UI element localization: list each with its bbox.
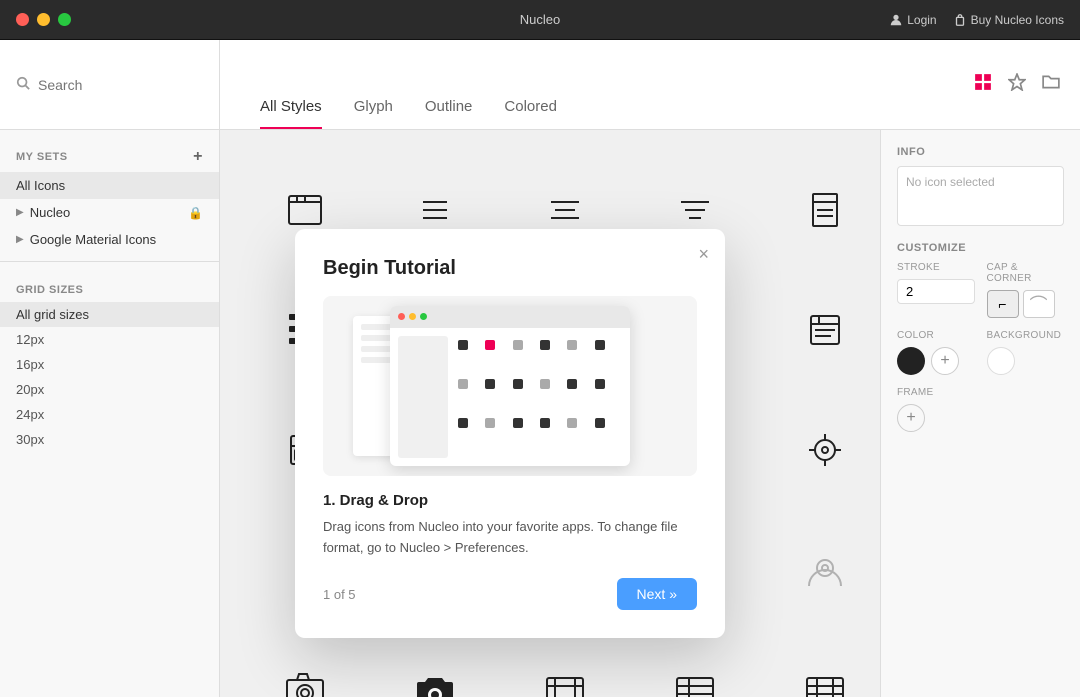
content: MY SETS + All Icons ▶ Nucleo 🔒 ▶ Google … [0, 130, 1080, 697]
login-action[interactable]: Login [889, 13, 936, 27]
color-label: COLOR [897, 330, 975, 341]
folder-icon[interactable] [1042, 73, 1060, 96]
sidebar-divider [0, 261, 219, 262]
grid-section: GRID SIZES All grid sizes 12px 16px 20px… [0, 270, 219, 460]
customize-section: CUSTOMIZE STROKE CAP & CORNER ⌐ ⌒ [897, 242, 1064, 432]
grid-sizes-label: GRID SIZES [0, 278, 219, 302]
sidebar: MY SETS + All Icons ▶ Nucleo 🔒 ▶ Google … [0, 130, 220, 697]
icon-cell[interactable] [500, 630, 630, 697]
right-panel: INFO No icon selected CUSTOMIZE STROKE C… [880, 130, 1080, 697]
search-area [0, 40, 220, 129]
ill-browser [390, 306, 630, 466]
customize-title: CUSTOMIZE [897, 242, 1064, 254]
grid-item-24px[interactable]: 24px [0, 402, 219, 427]
drag-drop-illustration [323, 296, 697, 476]
cap-corner-label: CAP & CORNER [987, 262, 1065, 284]
app-title: Nucleo [520, 12, 560, 27]
modal-counter: 1 of 5 [323, 587, 356, 602]
color-swatch-black[interactable] [897, 347, 925, 375]
person-icon [889, 13, 903, 27]
app: All Styles Glyph Outline Colored MY SETS… [0, 40, 1080, 697]
frame-label: FRAME [897, 387, 1064, 398]
info-box: No icon selected [897, 166, 1064, 226]
icon-cell[interactable] [760, 630, 880, 697]
buy-action[interactable]: Buy Nucleo Icons [953, 13, 1064, 27]
modal-title: Begin Tutorial [323, 257, 697, 280]
topbar-view-icons [954, 40, 1080, 129]
sidebar-item-all-icons[interactable]: All Icons [0, 172, 219, 199]
bag-icon [953, 13, 967, 27]
titlebar-actions: Login Buy Nucleo Icons [889, 13, 1064, 27]
icon-cell[interactable] [760, 150, 880, 270]
tabs-area: All Styles Glyph Outline Colored [220, 40, 954, 129]
modal-illustration [323, 296, 697, 476]
no-icon-text: No icon selected [906, 175, 995, 189]
modal-next-button[interactable]: Next » [617, 578, 697, 610]
grid-view-icon[interactable] [974, 73, 992, 96]
modal-description: Drag icons from Nucleo into your favorit… [323, 517, 697, 559]
background-label: BACKGROUND [987, 330, 1065, 341]
modal-footer: 1 of 5 Next » [323, 578, 697, 610]
color-swatch-white[interactable] [987, 347, 1015, 375]
tab-outline[interactable]: Outline [425, 98, 473, 129]
search-icon [16, 76, 30, 93]
stroke-input[interactable] [897, 279, 975, 304]
info-title: INFO [897, 146, 1064, 158]
sidebar-item-google-material[interactable]: ▶ Google Material Icons [0, 226, 219, 253]
lock-icon: 🔒 [188, 206, 203, 220]
grid-item-all[interactable]: All grid sizes [0, 302, 219, 327]
info-section: INFO No icon selected [897, 146, 1064, 226]
tab-glyph[interactable]: Glyph [354, 98, 393, 129]
cap-round-button[interactable]: ⌒ [1023, 290, 1055, 318]
tutorial-modal: × Begin Tutorial [295, 229, 725, 639]
icon-cell[interactable] [370, 630, 500, 697]
cap-buttons: ⌐ ⌒ [987, 290, 1065, 318]
grid-item-12px[interactable]: 12px [0, 327, 219, 352]
grid-item-16px[interactable]: 16px [0, 352, 219, 377]
arrow-icon: ▶ [16, 234, 24, 245]
icon-cell[interactable] [760, 390, 880, 510]
main-icon-area: × Begin Tutorial [220, 130, 880, 697]
frame-section: FRAME + [897, 387, 1064, 432]
icon-cell[interactable] [630, 630, 760, 697]
icon-cell[interactable] [760, 270, 880, 390]
color-row: COLOR + BACKGROUND [897, 330, 1064, 375]
my-sets-label: MY SETS [16, 151, 68, 163]
modal-close-button[interactable]: × [698, 245, 709, 263]
icon-cell[interactable] [240, 630, 370, 697]
maximize-button[interactable] [58, 13, 71, 26]
tab-colored[interactable]: Colored [504, 98, 557, 129]
icon-cell[interactable] [760, 510, 880, 630]
star-icon[interactable] [1008, 73, 1026, 96]
tab-all-styles[interactable]: All Styles [260, 98, 322, 129]
search-input[interactable] [38, 77, 198, 93]
titlebar: Nucleo Login Buy Nucleo Icons [0, 0, 1080, 40]
sidebar-item-nucleo[interactable]: ▶ Nucleo 🔒 [0, 199, 219, 226]
minimize-button[interactable] [37, 13, 50, 26]
arrow-icon: ▶ [16, 207, 24, 218]
color-add-button[interactable]: + [931, 347, 959, 375]
window-controls [16, 13, 71, 26]
grid-item-30px[interactable]: 30px [0, 427, 219, 452]
modal-step: 1. Drag & Drop [323, 492, 697, 509]
grid-item-20px[interactable]: 20px [0, 377, 219, 402]
cap-square-button[interactable]: ⌐ [987, 290, 1019, 318]
topbar: All Styles Glyph Outline Colored [0, 40, 1080, 130]
my-sets-header: MY SETS + [0, 142, 219, 172]
stroke-label: STROKE [897, 262, 975, 273]
close-button[interactable] [16, 13, 29, 26]
stroke-row: STROKE CAP & CORNER ⌐ ⌒ [897, 262, 1064, 318]
add-set-button[interactable]: + [193, 148, 203, 166]
frame-add-button[interactable]: + [897, 404, 925, 432]
